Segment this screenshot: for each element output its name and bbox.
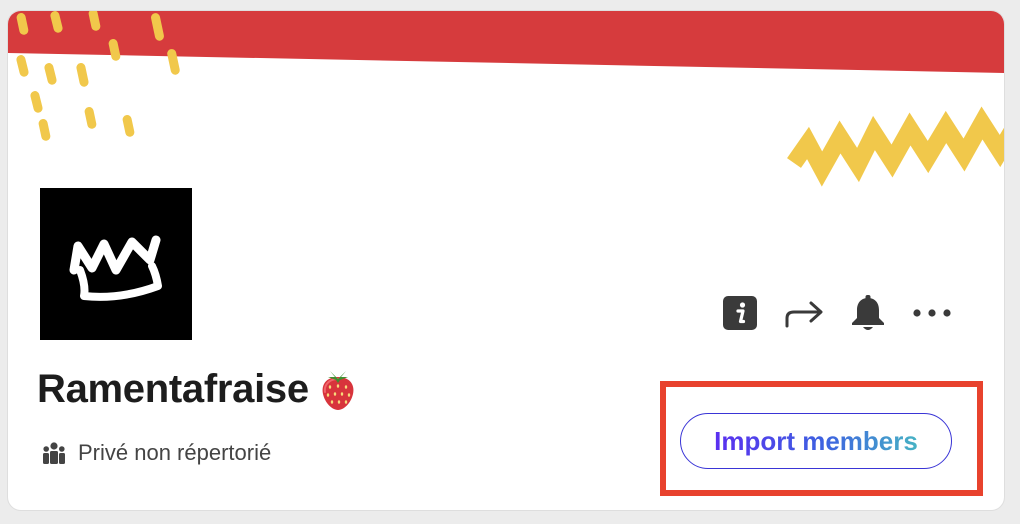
cover-banner [8, 11, 1004, 187]
import-members-label: Import members [714, 425, 918, 456]
group-title: Ramentafraise [37, 365, 357, 413]
more-horizontal-icon [913, 309, 951, 317]
info-icon [723, 296, 757, 330]
import-members-button[interactable]: Import members [680, 413, 952, 469]
notifications-button[interactable] [844, 291, 892, 335]
group-privacy: Privé non répertorié [42, 439, 271, 467]
header-actions [716, 291, 956, 335]
share-arrow-icon [785, 301, 823, 328]
crown-icon [69, 235, 162, 301]
info-button[interactable] [716, 291, 764, 335]
group-name: Ramentafraise [37, 367, 309, 411]
people-icon [43, 442, 65, 464]
strawberry-emoji-icon [322, 371, 354, 410]
more-options-button[interactable] [908, 291, 956, 335]
bell-icon [852, 295, 884, 330]
privacy-label: Privé non répertorié [78, 440, 272, 465]
share-button[interactable] [780, 291, 828, 335]
banner-yellow-zigzag [787, 106, 1004, 187]
group-logo [40, 188, 192, 340]
